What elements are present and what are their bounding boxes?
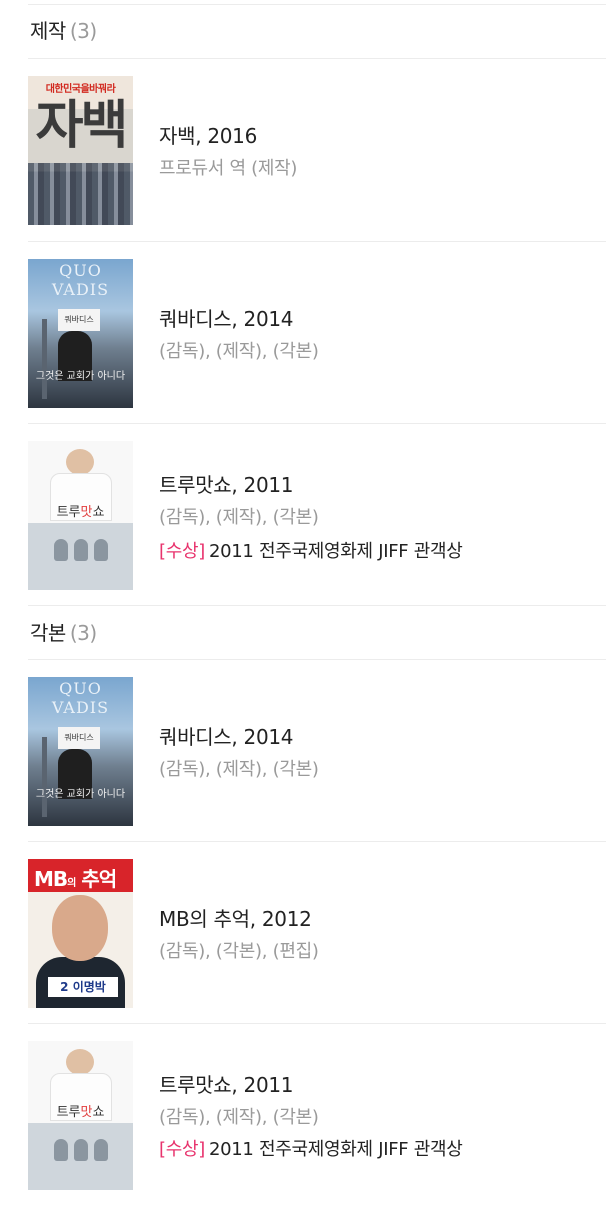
section-count: (3) bbox=[69, 19, 97, 43]
filmography-item[interactable]: QUO VADIS 쿼바디스 그것은 교회가 아니다 쿼바디스, 2014 (감… bbox=[0, 660, 606, 842]
poster-photo bbox=[28, 163, 133, 225]
poster-image[interactable]: 트루맛쇼 bbox=[28, 441, 133, 590]
item-award: [수상] 2011 전주국제영화제 JIFF 관객상 bbox=[159, 1135, 463, 1161]
poster-tower bbox=[42, 737, 47, 817]
poster-sign: 쿼바디스 bbox=[58, 309, 100, 331]
item-roles: (감독), (제작), (각본) bbox=[159, 507, 319, 528]
item-divider bbox=[28, 605, 606, 606]
award-tag: [수상] bbox=[159, 1139, 205, 1160]
poster-image[interactable]: 트루맛쇼 bbox=[28, 1041, 133, 1190]
section-header-screenplay: 각본 (3) bbox=[30, 617, 97, 646]
award-text: 2011 전주국제영화제 JIFF 관객상 bbox=[208, 1139, 463, 1160]
item-title[interactable]: 쿼바디스, 2014 bbox=[159, 303, 294, 332]
section-title: 제작 bbox=[30, 19, 66, 43]
filmography-item[interactable]: 대한민국을바꿔라 자백 자백, 2016 프로듀서 역 (제작) bbox=[0, 59, 606, 241]
award-text: 2011 전주국제영화제 JIFF 관객상 bbox=[208, 541, 463, 562]
filmography-item[interactable]: 트루맛쇼 트루맛쇼, 2011 (감독), (제작), (각본) [수상] 201… bbox=[0, 1024, 606, 1206]
poster-text: 대한민국을바꿔라 bbox=[45, 84, 116, 95]
poster-sign: 쿼바디스 bbox=[58, 727, 100, 749]
top-divider bbox=[28, 4, 606, 5]
poster-text: 트루맛쇼 bbox=[56, 505, 105, 520]
award-tag: [수상] bbox=[159, 541, 205, 562]
poster-figure bbox=[66, 1049, 94, 1075]
section-title: 각본 bbox=[30, 621, 66, 645]
poster-figure bbox=[66, 449, 94, 475]
item-title[interactable]: 쿼바디스, 2014 bbox=[159, 721, 294, 750]
poster-image[interactable]: QUO VADIS 쿼바디스 그것은 교회가 아니다 bbox=[28, 677, 133, 826]
section-header-production: 제작 (3) bbox=[30, 15, 97, 44]
poster-text: 그것은 교회가 아니다 bbox=[35, 371, 126, 382]
poster-mic bbox=[94, 1139, 108, 1161]
poster-text: 트루맛쇼 bbox=[56, 1105, 105, 1120]
section-count: (3) bbox=[69, 621, 97, 645]
poster-mic bbox=[54, 539, 68, 561]
poster-figure bbox=[52, 895, 108, 961]
item-title[interactable]: 트루맛쇼, 2011 bbox=[159, 469, 294, 498]
item-roles: (감독), (각본), (편집) bbox=[159, 941, 319, 962]
filmography-item[interactable]: 트루맛쇼 트루맛쇼, 2011 (감독), (제작), (각본) [수상] 201… bbox=[0, 424, 606, 606]
item-roles: (감독), (제작), (각본) bbox=[159, 341, 319, 362]
item-roles: 프로듀서 역 (제작) bbox=[159, 158, 298, 179]
poster-text: QUO VADIS bbox=[51, 679, 110, 717]
poster-mic bbox=[94, 539, 108, 561]
poster-mic bbox=[74, 539, 88, 561]
item-title[interactable]: 자백, 2016 bbox=[159, 120, 257, 149]
poster-text: 2 이명박 bbox=[48, 977, 118, 997]
poster-image[interactable]: MB의 추억 2 이명박 bbox=[28, 859, 133, 1008]
filmography-item[interactable]: MB의 추억 2 이명박 MB의 추억, 2012 (감독), (각본), (편… bbox=[0, 842, 606, 1024]
item-award: [수상] 2011 전주국제영화제 JIFF 관객상 bbox=[159, 537, 463, 563]
poster-text: MB의 추억 bbox=[34, 867, 117, 891]
poster-mic bbox=[74, 1139, 88, 1161]
poster-mic bbox=[54, 1139, 68, 1161]
poster-tower bbox=[42, 319, 47, 399]
item-roles: (감독), (제작), (각본) bbox=[159, 759, 319, 780]
item-roles: (감독), (제작), (각본) bbox=[159, 1107, 319, 1128]
poster-text: 그것은 교회가 아니다 bbox=[35, 789, 126, 800]
item-title[interactable]: 트루맛쇼, 2011 bbox=[159, 1069, 294, 1098]
filmography-item[interactable]: QUO VADIS 쿼바디스 그것은 교회가 아니다 쿼바디스, 2014 (감… bbox=[0, 242, 606, 424]
poster-image[interactable]: 대한민국을바꿔라 자백 bbox=[28, 76, 133, 225]
item-title[interactable]: MB의 추억, 2012 bbox=[159, 903, 312, 932]
poster-image[interactable]: QUO VADIS 쿼바디스 그것은 교회가 아니다 bbox=[28, 259, 133, 408]
poster-text: QUO VADIS bbox=[51, 261, 110, 299]
poster-text: 자백 bbox=[35, 96, 129, 156]
